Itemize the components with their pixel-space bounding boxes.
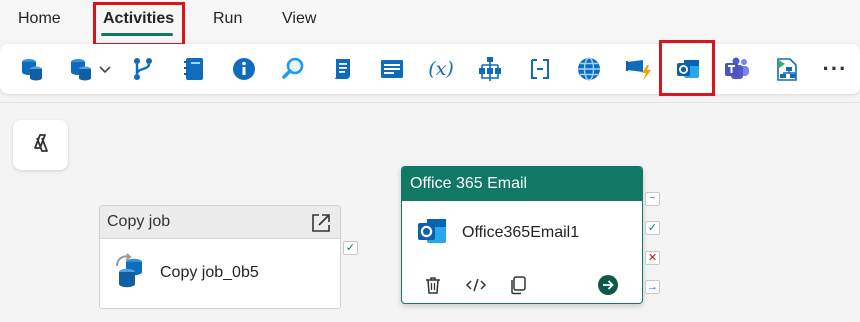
- copy-job-name: Copy job_0b5: [160, 264, 259, 281]
- outlook-activity-icon: [416, 216, 448, 251]
- code-icon[interactable]: [465, 274, 487, 296]
- failure-connector[interactable]: ✕: [645, 251, 660, 265]
- office365-email-name: Office365Email1: [462, 224, 580, 241]
- activities-toolbar: (x) ···: [0, 44, 860, 94]
- switch-icon[interactable]: [475, 55, 505, 83]
- copy-job-success-connector[interactable]: ✓: [343, 241, 358, 255]
- copy-job-card-title: Copy job: [107, 213, 171, 230]
- dataflow-icon[interactable]: [128, 55, 158, 83]
- copy-icon[interactable]: [507, 274, 529, 296]
- copy-job-card[interactable]: Copy job Copy job_0b5: [99, 205, 341, 309]
- copilot-button[interactable]: [13, 120, 68, 170]
- copy-job-card-body: Copy job_0b5: [100, 239, 340, 307]
- if-condition-icon[interactable]: [525, 55, 555, 83]
- teams-icon[interactable]: [722, 55, 752, 83]
- info-icon[interactable]: [229, 55, 259, 83]
- variable-icon[interactable]: (x): [424, 55, 458, 83]
- notebook-icon[interactable]: [179, 55, 209, 83]
- office365-email-card-header: Office 365 Email: [402, 167, 642, 201]
- list-icon[interactable]: [377, 55, 407, 83]
- tab-activities[interactable]: Activities: [103, 10, 174, 28]
- copy-job-icon: [114, 252, 148, 295]
- tab-run[interactable]: Run: [213, 10, 242, 28]
- top-menu: Home Activities Run View: [0, 0, 860, 40]
- copy-data-dropdown-icon[interactable]: [66, 55, 114, 83]
- office365-email-card-title: Office 365 Email: [410, 175, 528, 192]
- copy-job-card-header: Copy job: [100, 206, 340, 239]
- active-tab-indicator: [101, 33, 173, 36]
- completion-connector[interactable]: →: [645, 280, 660, 294]
- tab-view[interactable]: View: [282, 10, 316, 28]
- web-icon[interactable]: [574, 55, 604, 83]
- script-icon[interactable]: [327, 55, 357, 83]
- copilot-icon: [29, 131, 53, 160]
- lookup-icon[interactable]: [278, 55, 308, 83]
- tab-home[interactable]: Home: [18, 10, 61, 28]
- run-arrow-icon[interactable]: [597, 274, 619, 296]
- azure-function-icon[interactable]: [624, 55, 654, 83]
- pipeline-icon[interactable]: [772, 55, 802, 83]
- skip-connector[interactable]: ~: [645, 192, 660, 206]
- office365-email-card[interactable]: Office 365 Email Office365Email1: [401, 166, 643, 304]
- open-external-icon[interactable]: [310, 212, 332, 239]
- copy-data-icon[interactable]: [17, 55, 47, 83]
- success-connector[interactable]: ✓: [645, 221, 660, 235]
- office365-email-card-body: Office365Email1: [402, 201, 642, 265]
- office365-email-actions: [402, 265, 642, 303]
- more-icon[interactable]: ···: [820, 55, 850, 83]
- outlook-icon[interactable]: [673, 55, 703, 83]
- delete-icon[interactable]: [422, 274, 444, 296]
